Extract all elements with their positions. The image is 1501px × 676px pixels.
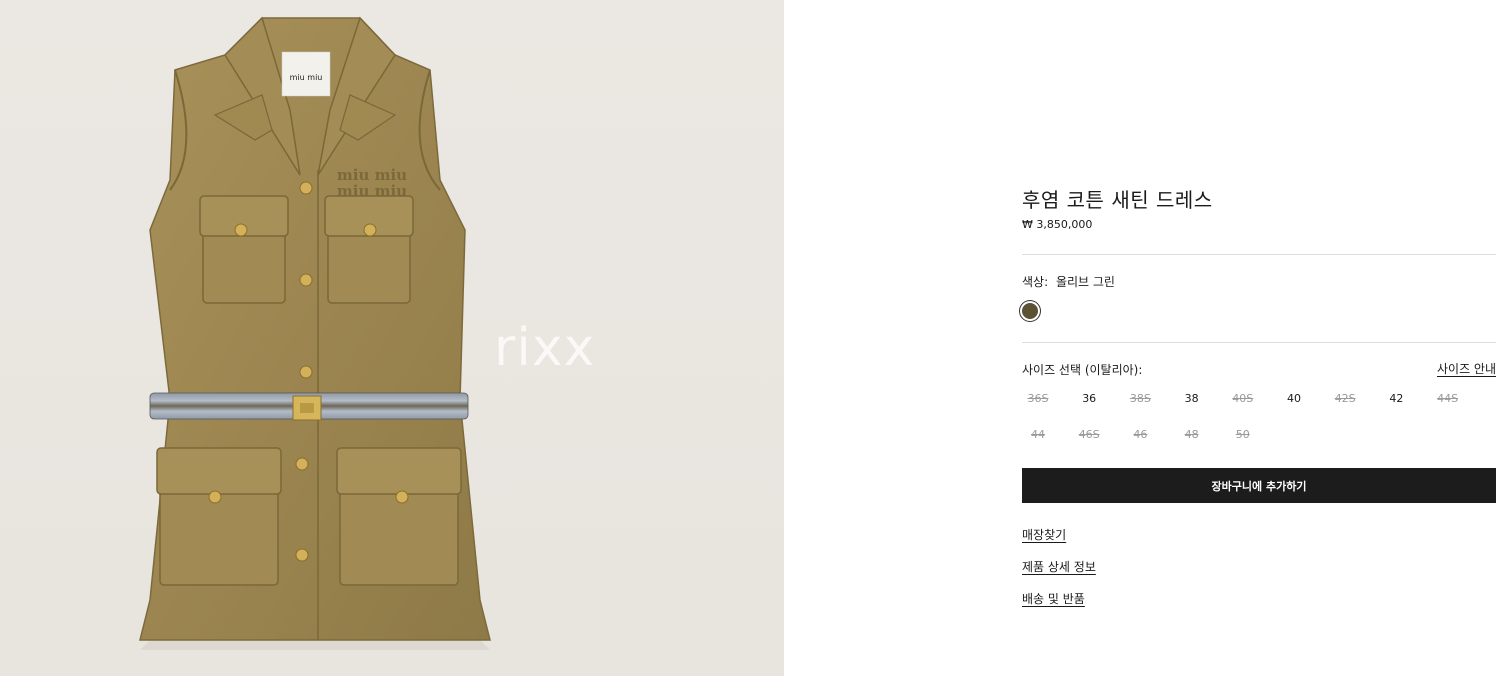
store-finder-link[interactable]: 매장찾기: [1022, 526, 1066, 543]
size-option[interactable]: 42S: [1325, 392, 1365, 405]
product-image-panel: miu miu miu miu miu miu rixx: [0, 0, 784, 676]
divider: [1022, 254, 1496, 255]
color-label: 색상:: [1022, 275, 1049, 289]
size-option[interactable]: 46S: [1069, 428, 1109, 441]
size-option[interactable]: 46: [1120, 428, 1160, 441]
product-info-panel: 후염 코튼 새틴 드레스 ₩ 3,850,000 색상: 올리브 그린 사이즈 …: [1022, 0, 1496, 676]
size-option[interactable]: 38S: [1120, 392, 1160, 405]
add-to-cart-button[interactable]: 장바구니에 추가하기: [1022, 468, 1496, 503]
color-row: 색상: 올리브 그린: [1022, 273, 1115, 290]
shipping-returns-link[interactable]: 배송 및 반품: [1022, 590, 1085, 607]
size-option[interactable]: 36: [1069, 392, 1109, 405]
size-option[interactable]: 40S: [1223, 392, 1263, 405]
color-value: 올리브 그린: [1055, 275, 1115, 289]
product-image: miu miu miu miu miu miu: [139, 16, 491, 650]
product-details-link[interactable]: 제품 상세 정보: [1022, 558, 1096, 575]
size-option[interactable]: 44: [1018, 428, 1058, 441]
size-option[interactable]: 36S: [1018, 392, 1058, 405]
size-label: 사이즈 선택 (이탈리아):: [1022, 363, 1143, 377]
size-option[interactable]: 48: [1172, 428, 1212, 441]
color-swatch[interactable]: [1022, 303, 1038, 319]
size-option[interactable]: 42: [1376, 392, 1416, 405]
label-text: miu miu: [290, 73, 323, 82]
product-title: 후염 코튼 새틴 드레스: [1022, 188, 1213, 212]
size-guide-link[interactable]: 사이즈 안내: [1437, 360, 1496, 377]
size-option[interactable]: 40: [1274, 392, 1314, 405]
size-option[interactable]: 44S: [1428, 392, 1468, 405]
product-price: ₩ 3,850,000: [1022, 218, 1093, 231]
divider: [1022, 342, 1496, 343]
watermark: rixx: [494, 318, 596, 378]
size-option[interactable]: 38: [1172, 392, 1212, 405]
size-option[interactable]: 50: [1223, 428, 1263, 441]
